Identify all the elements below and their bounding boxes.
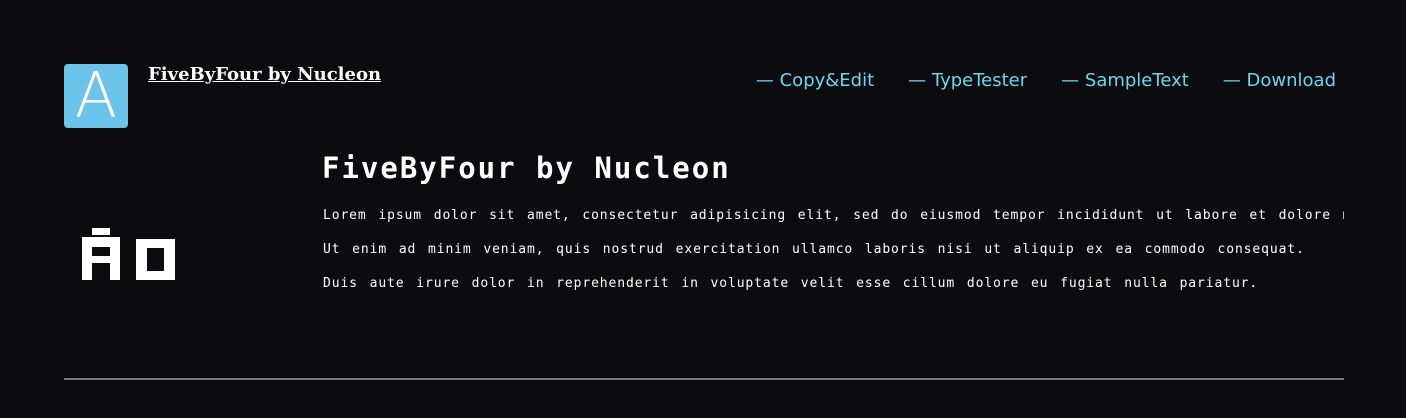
glyph-sample: Aa — [82, 225, 178, 285]
main-nav: — Copy&Edit — TypeTester — SampleText — … — [756, 68, 1336, 94]
sample-text: Lorem ipsum dolor sit amet, consectetur … — [323, 204, 1344, 306]
header: A FiveByFour by Nucleon — Copy&Edit — Ty… — [64, 64, 1344, 128]
sample-paragraph: Lorem ipsum dolor sit amet, consectetur … — [323, 208, 1344, 223]
divider — [64, 378, 1344, 380]
nav-sampletext-link[interactable]: — SampleText — [1061, 68, 1189, 94]
font-name-heading: FiveByFour by Nucleon — [322, 151, 731, 185]
sample-paragraph: Ut enim ad minim veniam, quis nostrud ex… — [323, 242, 1305, 257]
logo-icon[interactable]: A — [64, 64, 128, 128]
sample-paragraph: Duis aute irure dolor in reprehenderit i… — [323, 276, 1259, 291]
nav-download-link[interactable]: — Download — [1223, 68, 1336, 94]
site-title-link[interactable]: FiveByFour by Nucleon — [148, 64, 381, 86]
nav-copy-edit-link[interactable]: — Copy&Edit — [756, 68, 874, 94]
glyph-sample-aa-pixel-art — [82, 228, 175, 280]
nav-typetester-link[interactable]: — TypeTester — [908, 68, 1027, 94]
